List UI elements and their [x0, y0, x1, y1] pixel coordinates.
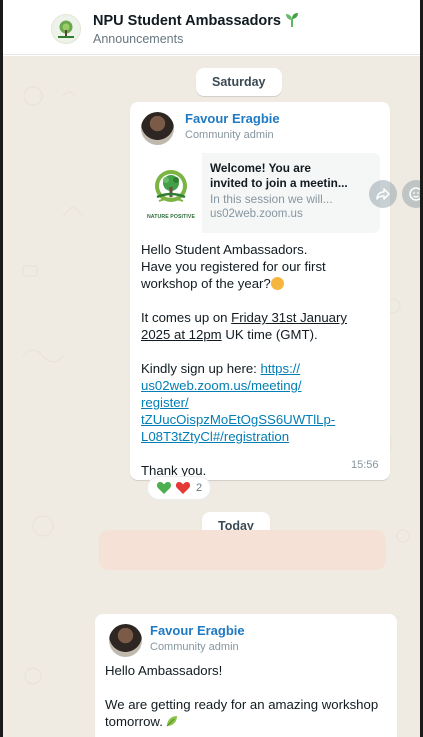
- message-line: Hello Student Ambassadors.: [141, 242, 308, 257]
- link-title-line: invited to join a meetin...: [210, 176, 348, 190]
- message-line: It comes up on Friday 31st January: [141, 309, 381, 326]
- message-bubble[interactable]: Favour Eragbie Community admin Hello Amb…: [95, 614, 397, 737]
- message-bubble[interactable]: Favour Eragbie Community admin NATURE PO…: [130, 102, 390, 480]
- sprout-icon: [284, 12, 300, 32]
- sender-role: Community admin: [185, 129, 274, 141]
- message-text: Hello Ambassadors! We are getting ready …: [105, 662, 395, 732]
- thumbnail-caption: NATURE POSITIVE: [146, 214, 196, 220]
- message-line-text: workshop of the year?: [141, 276, 271, 291]
- reaction-count: 2: [196, 482, 203, 494]
- sender-name[interactable]: Favour Eragbie: [185, 111, 280, 126]
- registration-link[interactable]: L08T3tZtyCl#/registration: [141, 429, 289, 444]
- link-preview-domain: us02web.zoom.us: [210, 208, 303, 220]
- red-heart-icon: [175, 482, 191, 494]
- message-line: Hello Ambassadors!: [105, 663, 223, 678]
- message-line: 2025 at 12pm UK time (GMT).: [141, 326, 381, 343]
- emoji-icon: [409, 187, 420, 201]
- registration-link[interactable]: us02web.zoom.us/meeting/: [141, 378, 302, 393]
- message-text: Hello Student Ambassadors. Have you regi…: [141, 241, 381, 479]
- registration-link[interactable]: https://: [261, 361, 301, 376]
- registration-link[interactable]: register/: [141, 395, 189, 410]
- nature-positive-logo-icon: [155, 170, 187, 202]
- message-line: tomorrow.: [105, 713, 395, 732]
- link-preview-thumbnail: NATURE POSITIVE: [140, 153, 202, 233]
- date-detection-link[interactable]: Friday 31st January: [231, 310, 347, 325]
- collapsed-message[interactable]: [99, 530, 386, 570]
- forward-icon: [376, 188, 390, 200]
- group-subtitle: Announcements: [93, 32, 184, 46]
- message-timestamp: 15:56: [351, 459, 379, 471]
- forward-button[interactable]: [369, 180, 397, 208]
- sender-avatar[interactable]: [141, 112, 174, 145]
- message-line: Kindly sign up here: https://: [141, 360, 381, 377]
- sender-role: Community admin: [150, 641, 239, 653]
- link-preview-description: In this session we will...: [210, 192, 333, 206]
- emoji-icon-inline: [270, 277, 284, 290]
- message-line-text: It comes up on: [141, 310, 232, 325]
- date-separator-saturday: Saturday: [196, 68, 282, 96]
- green-heart-icon: [156, 482, 172, 494]
- link-title-line: Welcome! You are: [210, 161, 311, 175]
- chat-header[interactable]: NPU Student Ambassadors Announcements: [3, 0, 420, 55]
- message-line: workshop of the year?: [141, 275, 381, 292]
- leaf-icon: [165, 714, 179, 732]
- message-line: We are getting ready for an amazing work…: [105, 697, 379, 712]
- reactions-pill[interactable]: 2: [147, 476, 212, 500]
- message-line-text: Kindly sign up here:: [141, 361, 261, 376]
- message-line-text: UK time (GMT).: [221, 327, 318, 342]
- group-title[interactable]: NPU Student Ambassadors: [93, 12, 300, 32]
- link-preview-card[interactable]: NATURE POSITIVE Welcome! You are invited…: [140, 153, 380, 233]
- sender-avatar[interactable]: [109, 624, 142, 657]
- registration-link[interactable]: tZUucOispzMoEtOgSS6UWTlLp-: [141, 412, 335, 427]
- message-line: Have you registered for our first: [141, 259, 326, 274]
- message-line-text: tomorrow.: [105, 714, 163, 729]
- sender-name[interactable]: Favour Eragbie: [150, 623, 245, 638]
- link-preview-title: Welcome! You are invited to join a meeti…: [210, 161, 375, 191]
- chat-area[interactable]: Saturday Favour Eragbie Community admin …: [3, 56, 420, 737]
- group-logo-icon[interactable]: [51, 14, 81, 44]
- date-detection-link[interactable]: 2025 at 12pm: [141, 327, 222, 342]
